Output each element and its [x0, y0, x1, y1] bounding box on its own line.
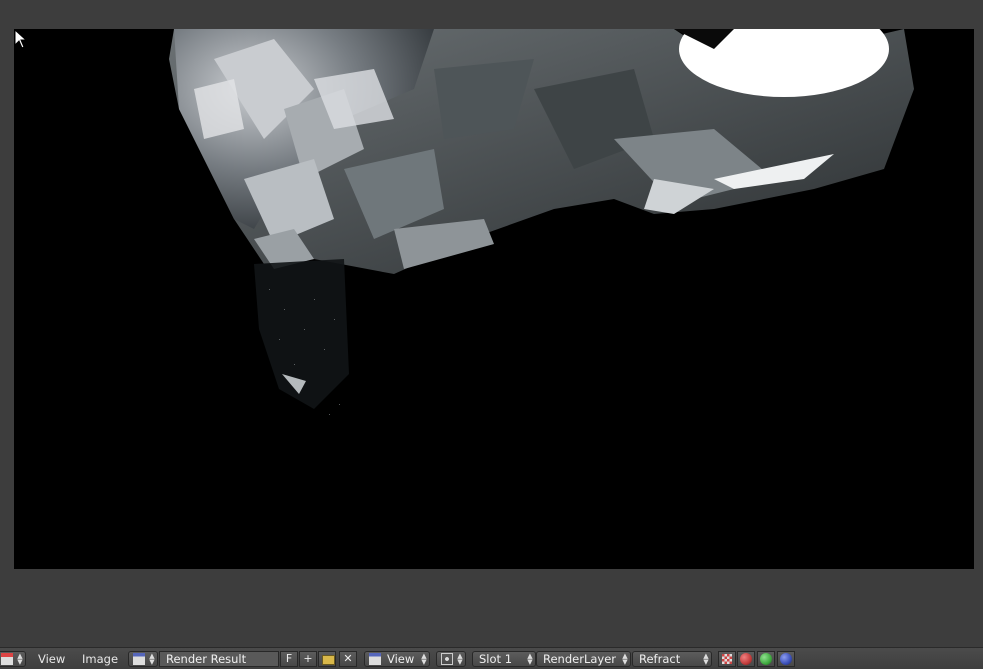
render-layer-arrows-icon: ▲ ▼	[622, 652, 628, 666]
browse-arrows-icon: ▲ ▼	[149, 652, 155, 666]
mouse-cursor-icon	[14, 29, 28, 49]
render-layer-label: RenderLayer	[543, 652, 617, 666]
fake-user-label: F	[285, 652, 293, 665]
folder-icon	[322, 655, 335, 665]
blue-channel-button[interactable]	[777, 651, 795, 667]
close-icon: ✕	[343, 652, 353, 665]
image-editor-icon	[1, 653, 13, 665]
menu-view[interactable]: View	[38, 651, 65, 667]
plus-icon: +	[303, 652, 313, 665]
red-channel-button[interactable]	[737, 651, 755, 667]
view-dropdown[interactable]: View ▲ ▼	[364, 651, 430, 667]
new-image-button[interactable]: +	[299, 651, 317, 667]
pivot-arrows-icon: ▲ ▼	[457, 652, 463, 666]
fake-user-button[interactable]: F	[280, 651, 298, 667]
green-channel-button[interactable]	[757, 651, 775, 667]
render-layer-selector[interactable]: RenderLayer ▲ ▼	[536, 651, 631, 667]
image-name-field[interactable]: Render Result	[159, 651, 279, 667]
open-image-button[interactable]	[318, 651, 336, 667]
pivot-selector[interactable]: ▲ ▼	[436, 651, 466, 667]
view-dropdown-label: View	[387, 652, 415, 666]
editor-type-arrows-icon: ▲ ▼	[17, 652, 23, 666]
render-pass-selector[interactable]: Refract ▲ ▼	[632, 651, 712, 667]
render-viewport[interactable]	[14, 29, 974, 569]
unlink-image-button[interactable]: ✕	[339, 651, 357, 667]
render-pass-label: Refract	[639, 652, 681, 666]
snap-pivot-icon	[441, 653, 453, 665]
alpha-display-button[interactable]	[718, 651, 736, 667]
slot-arrows-icon: ▲ ▼	[527, 652, 533, 666]
image-browse-icon	[133, 653, 145, 665]
menu-image[interactable]: Image	[82, 651, 118, 667]
editor-type-selector[interactable]: ▲ ▼	[0, 651, 26, 667]
view-dropdown-arrows-icon: ▲ ▼	[421, 652, 427, 666]
green-channel-icon	[760, 653, 772, 665]
render-image	[169, 29, 914, 415]
slot-label: Slot 1	[479, 652, 513, 666]
blue-channel-icon	[780, 653, 792, 665]
red-channel-icon	[740, 653, 752, 665]
view-image-icon	[369, 653, 381, 665]
slot-selector[interactable]: Slot 1 ▲ ▼	[472, 651, 536, 667]
checker-alpha-icon	[722, 654, 732, 664]
image-editor-header: ▲ ▼ View Image ▲ ▼ Render Result F + ✕ Vie…	[0, 647, 983, 669]
image-browse-button[interactable]: ▲ ▼	[128, 651, 158, 667]
render-pass-arrows-icon: ▲ ▼	[703, 652, 709, 666]
